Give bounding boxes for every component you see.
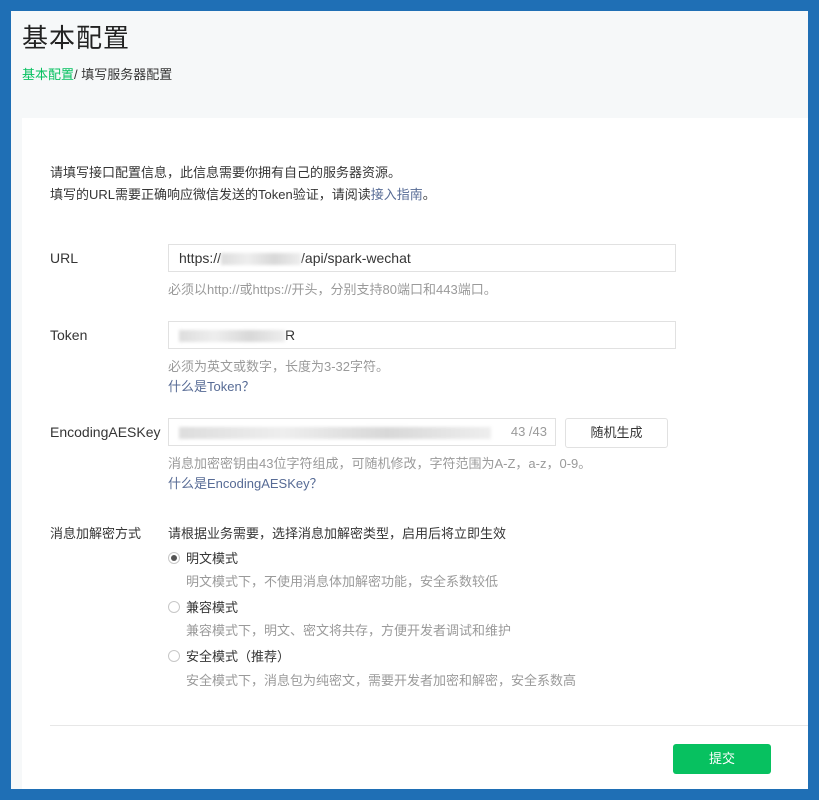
radio-compatible-icon[interactable] xyxy=(168,600,180,613)
intro-line-2-text: 填写的URL需要正确响应微信发送的Token验证，请阅读 xyxy=(50,187,371,202)
radio-plaintext-desc: 明文模式下，不使用消息体加解密功能，安全系数较低 xyxy=(186,574,499,589)
app-window: 基本配置 基本配置/ 填写服务器配置 请填写接口配置信息，此信息需要你拥有自己的… xyxy=(11,11,808,789)
redacted-domain xyxy=(221,253,302,266)
aes-key-input[interactable]: 43 /43 xyxy=(168,418,556,446)
aes-key-counter: 43 /43 xyxy=(510,424,547,439)
redacted-token xyxy=(179,330,285,343)
page-title: 基本配置 xyxy=(22,23,131,53)
random-generate-button[interactable]: 随机生成 xyxy=(565,418,668,448)
token-help-link[interactable]: 什么是Token？ xyxy=(168,376,255,395)
url-hint: 必须以http://或https://开头，分别支持80端口和443端口。 xyxy=(168,282,497,297)
radio-plaintext-icon[interactable] xyxy=(168,551,180,564)
breadcrumb-current: / 填写服务器配置 xyxy=(74,67,173,82)
token-input[interactable]: R xyxy=(168,321,676,349)
radio-compatible-mode[interactable]: 兼容模式 xyxy=(168,597,238,616)
radio-secure-icon[interactable] xyxy=(168,649,180,662)
access-guide-link[interactable]: 接入指南 xyxy=(371,187,423,202)
token-hint: 必须为英文或数字，长度为3-32字符。 xyxy=(168,359,390,374)
url-value-suffix: /api/spark-wechat xyxy=(301,250,411,266)
radio-plaintext-mode[interactable]: 明文模式 xyxy=(168,548,238,567)
submit-button[interactable]: 提交 xyxy=(673,744,771,774)
aes-key-hint: 消息加密密钥由43位字符组成，可随机修改，字符范围为A-Z，a-z，0-9。 xyxy=(168,456,592,471)
url-value-prefix: https:// xyxy=(179,250,222,266)
intro-line-2-end: 。 xyxy=(422,187,436,202)
encryption-intro-text: 请根据业务需要，选择消息加解密类型，启用后将立即生效 xyxy=(168,526,507,541)
url-label: URL xyxy=(50,250,79,266)
token-value-tail: R xyxy=(285,327,296,343)
radio-plaintext-label: 明文模式 xyxy=(186,551,239,566)
redacted-aes-key xyxy=(179,427,491,440)
intro-line-2: 填写的URL需要正确响应微信发送的Token验证，请阅读接入指南。 xyxy=(50,184,436,206)
radio-secure-desc: 安全模式下，消息包为纯密文，需要开发者加密和解密，安全系数高 xyxy=(186,673,577,688)
token-label: Token xyxy=(50,327,88,343)
url-input[interactable]: https:// /api/spark-wechat xyxy=(168,244,676,272)
radio-compatible-label: 兼容模式 xyxy=(186,600,239,615)
intro-line-1: 请填写接口配置信息，此信息需要你拥有自己的服务器资源。 xyxy=(50,165,402,180)
radio-compatible-desc: 兼容模式下，明文、密文将共存，方便开发者调试和维护 xyxy=(186,623,512,638)
encryption-label: 消息加解密方式 xyxy=(50,526,142,541)
breadcrumb-link-basic-config[interactable]: 基本配置 xyxy=(22,67,74,82)
aes-key-label: EncodingAESKey xyxy=(50,424,161,440)
radio-secure-mode[interactable]: 安全模式（推荐） xyxy=(168,646,290,665)
encryption-intro: 请根据业务需要，选择消息加解密类型，启用后将立即生效 xyxy=(168,523,506,542)
footer-divider xyxy=(50,725,808,726)
config-form-card: 请填写接口配置信息，此信息需要你拥有自己的服务器资源。 填写的URL需要正确响应… xyxy=(22,118,808,789)
aes-key-help-link[interactable]: 什么是EncodingAESKey？ xyxy=(168,473,323,492)
breadcrumb: 基本配置/ 填写服务器配置 xyxy=(22,64,172,83)
intro-text: 请填写接口配置信息，此信息需要你拥有自己的服务器资源。 填写的URL需要正确响应… xyxy=(50,162,436,206)
radio-secure-label: 安全模式（推荐） xyxy=(186,649,291,664)
